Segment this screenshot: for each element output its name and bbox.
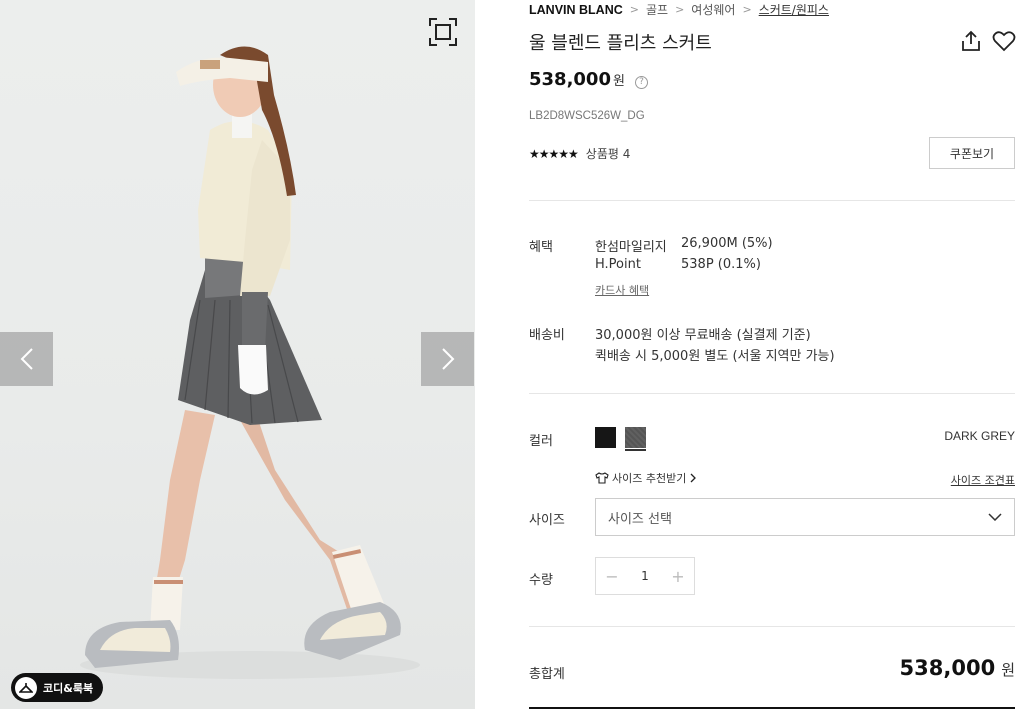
chevron-right-icon <box>690 473 697 483</box>
share-icon <box>962 30 980 51</box>
size-recommend-link[interactable]: 사이즈 추천받기 <box>595 470 697 486</box>
benefit-hpoint-name: H.Point <box>595 257 641 272</box>
price-row: 538,000 원 ? <box>529 69 648 90</box>
breadcrumb-item-skirt-dress[interactable]: 스커트/원피스 <box>759 1 829 18</box>
size-label: 사이즈 <box>529 513 565 528</box>
next-image-button[interactable] <box>421 332 474 386</box>
breadcrumb-item-golf[interactable]: 골프 <box>646 1 668 18</box>
selected-color-name: DARK GREY <box>944 429 1015 443</box>
coupon-button[interactable]: 쿠폰보기 <box>929 137 1015 169</box>
color-swatch-dark-grey[interactable] <box>625 427 646 448</box>
price-unit: 원 <box>612 74 625 89</box>
size-select-dropdown[interactable]: 사이즈 선택 <box>595 498 1015 536</box>
breadcrumb-brand[interactable]: LANVIN BLANC <box>529 3 623 17</box>
shipping-label: 배송비 <box>529 328 565 343</box>
benefit-mileage-value: 26,900M (5%) <box>681 236 773 251</box>
hanger-icon <box>15 676 37 699</box>
chevron-right-icon: > <box>742 3 752 16</box>
divider <box>529 200 1015 201</box>
chevron-right-icon: > <box>629 3 639 16</box>
benefits-label: 혜택 <box>529 240 553 255</box>
divider <box>529 626 1015 627</box>
size-select-placeholder: 사이즈 선택 <box>608 511 672 527</box>
color-swatch-black[interactable] <box>595 427 616 448</box>
coordi-lookbook-button[interactable]: 코디&룩북 <box>11 673 104 702</box>
coordi-lookbook-label: 코디&룩북 <box>43 681 94 695</box>
breadcrumb-item-womenswear[interactable]: 여성웨어 <box>691 1 735 18</box>
product-info-panel: LANVIN BLANC > 골프 > 여성웨어 > 스커트/원피스 울 블렌드… <box>529 0 1016 709</box>
product-photo <box>80 46 420 679</box>
divider <box>529 393 1015 394</box>
color-label: 컬러 <box>529 434 553 449</box>
quantity-stepper: − 1 + <box>595 557 695 595</box>
quantity-label: 수량 <box>529 573 553 588</box>
breadcrumb: LANVIN BLANC > 골프 > 여성웨어 > 스커트/원피스 <box>529 1 829 18</box>
share-button[interactable] <box>960 30 982 52</box>
chevron-down-icon <box>988 513 1002 521</box>
shipping-free-info: 30,000원 이상 무료배송 (실결제 기준) <box>595 328 811 343</box>
size-chart-link[interactable]: 사이즈 조견표 <box>951 472 1015 488</box>
product-price: 538,000 <box>529 69 611 90</box>
product-title: 울 블렌드 플리츠 스커트 <box>529 33 712 54</box>
total-price: 538,000 <box>899 656 996 680</box>
shipping-quick-info: 퀵배송 시 5,000원 별도 (서울 지역만 가능) <box>595 349 835 364</box>
fullscreen-button[interactable] <box>428 17 458 47</box>
review-rating[interactable]: ★★★★★ 상품평 4 <box>529 145 630 162</box>
product-image-gallery: 코디&룩북 <box>0 0 475 709</box>
quantity-value[interactable]: 1 <box>641 569 649 583</box>
chevron-left-icon <box>20 348 33 370</box>
quantity-decrease-button[interactable]: − <box>596 558 628 594</box>
benefit-mileage-name: 한섬마일리지 <box>595 240 667 255</box>
question-icon[interactable]: ? <box>634 75 648 89</box>
selected-swatch-indicator <box>625 449 646 451</box>
prev-image-button[interactable] <box>0 332 53 386</box>
tshirt-icon <box>595 472 609 484</box>
quantity-increase-button[interactable]: + <box>662 558 694 594</box>
star-rating-icon: ★★★★★ <box>529 146 579 161</box>
total-price-unit: 원 <box>1001 661 1015 679</box>
fullscreen-icon <box>429 18 457 46</box>
heart-icon <box>992 31 1016 52</box>
product-sku: LB2D8WSC526W_DG <box>529 110 645 122</box>
benefit-hpoint-value: 538P (0.1%) <box>681 257 761 272</box>
wishlist-button[interactable] <box>992 30 1016 52</box>
total-price-row: 538,000 원 <box>900 656 1015 680</box>
card-benefit-link[interactable]: 카드사 혜택 <box>595 282 649 298</box>
chevron-right-icon: > <box>675 3 685 16</box>
chevron-right-icon <box>441 348 454 370</box>
review-count: 상품평 4 <box>585 147 631 161</box>
size-recommend-label: 사이즈 추천받기 <box>612 472 687 485</box>
total-label: 총합계 <box>529 667 565 682</box>
